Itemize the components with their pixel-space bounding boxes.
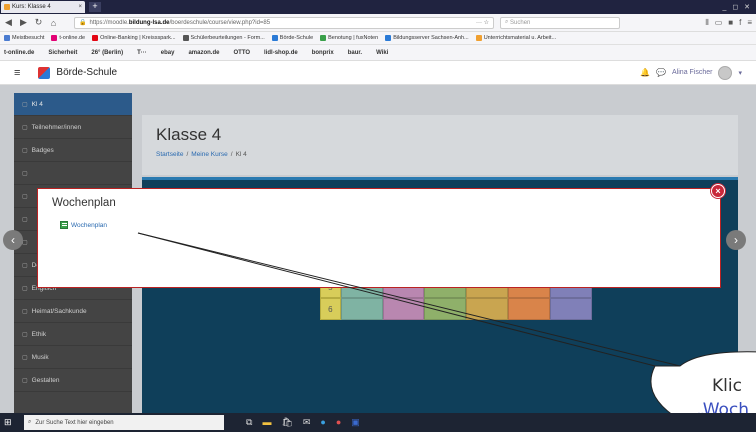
taskbar-search-placeholder: Zur Suche Text hier eingeben	[35, 419, 114, 426]
callout-pointer-line	[137, 232, 656, 367]
chrome-icon[interactable]: ●	[336, 417, 341, 428]
task-view-icon[interactable]: ⧉	[246, 417, 252, 428]
taskbar-search-input[interactable]: ⌕ Zur Suche Text hier eingeben	[24, 415, 224, 430]
callout-text-line1: Klic	[712, 376, 742, 396]
mail-icon[interactable]: ✉	[303, 417, 311, 428]
store-icon[interactable]: 🛍	[281, 417, 292, 428]
taskbar: ⊞ ⌕ Zur Suche Text hier eingeben ⧉ ▬ 🛍 ✉…	[0, 413, 756, 432]
file-explorer-icon[interactable]: ▬	[262, 417, 271, 428]
callout-pointer-line	[137, 232, 681, 367]
windows-start-icon[interactable]: ⊞	[4, 417, 20, 428]
search-icon: ⌕	[28, 419, 32, 425]
callout-bubble	[137, 232, 756, 421]
taskbar-apps: ⧉ ▬ 🛍 ✉ ● ● ▣	[246, 417, 360, 428]
word-icon[interactable]: ▣	[351, 417, 360, 428]
edge-icon[interactable]: ●	[320, 417, 325, 428]
